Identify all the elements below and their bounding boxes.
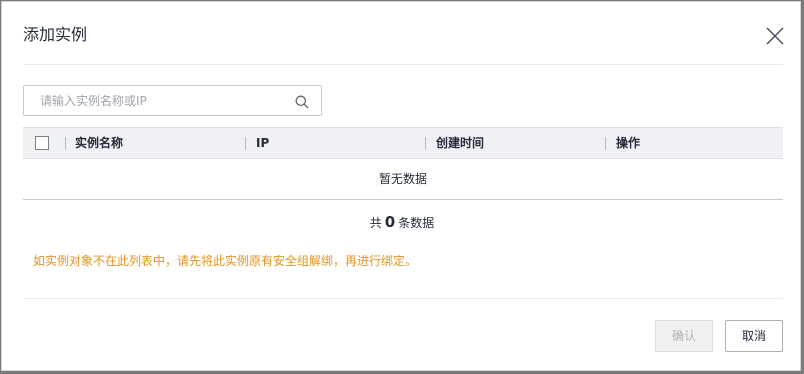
search-input[interactable] (24, 86, 284, 115)
close-button[interactable] (765, 26, 785, 46)
total-prefix: 共 (369, 216, 382, 230)
column-divider (605, 137, 606, 150)
column-divider (425, 137, 426, 150)
select-all-checkbox[interactable] (35, 136, 49, 150)
empty-table-message: 暂无数据 (23, 159, 783, 200)
search-icon[interactable] (295, 94, 309, 109)
total-count: 共 0 条数据 (2, 212, 802, 233)
header-divider (23, 64, 783, 65)
column-header-instance-name: 实例名称 (75, 136, 124, 150)
dialog-title: 添加实例 (23, 25, 88, 44)
confirm-button[interactable]: 确认 (655, 320, 713, 352)
column-header-actions: 操作 (616, 136, 641, 150)
instance-table: 实例名称 IP 创建时间 操作 暂无数据 (23, 127, 783, 200)
close-icon (766, 27, 784, 45)
table-header: 实例名称 IP 创建时间 操作 (23, 127, 783, 159)
total-count-value: 0 (384, 213, 396, 231)
column-header-created-time: 创建时间 (436, 136, 485, 150)
column-header-ip: IP (256, 136, 270, 150)
column-divider (65, 137, 66, 150)
total-suffix: 条数据 (398, 216, 435, 230)
cancel-button[interactable]: 取消 (725, 320, 783, 352)
unbind-notice: 如实例对象不在此列表中，请先将此实例原有安全组解绑，再进行绑定。 (33, 254, 418, 268)
search-box (23, 85, 322, 116)
column-divider (245, 137, 246, 150)
footer-divider (23, 298, 783, 299)
add-instance-dialog: 添加实例 实例名称 IP 创建时间 操作 暂无数据 共0条数 (1, 1, 801, 371)
